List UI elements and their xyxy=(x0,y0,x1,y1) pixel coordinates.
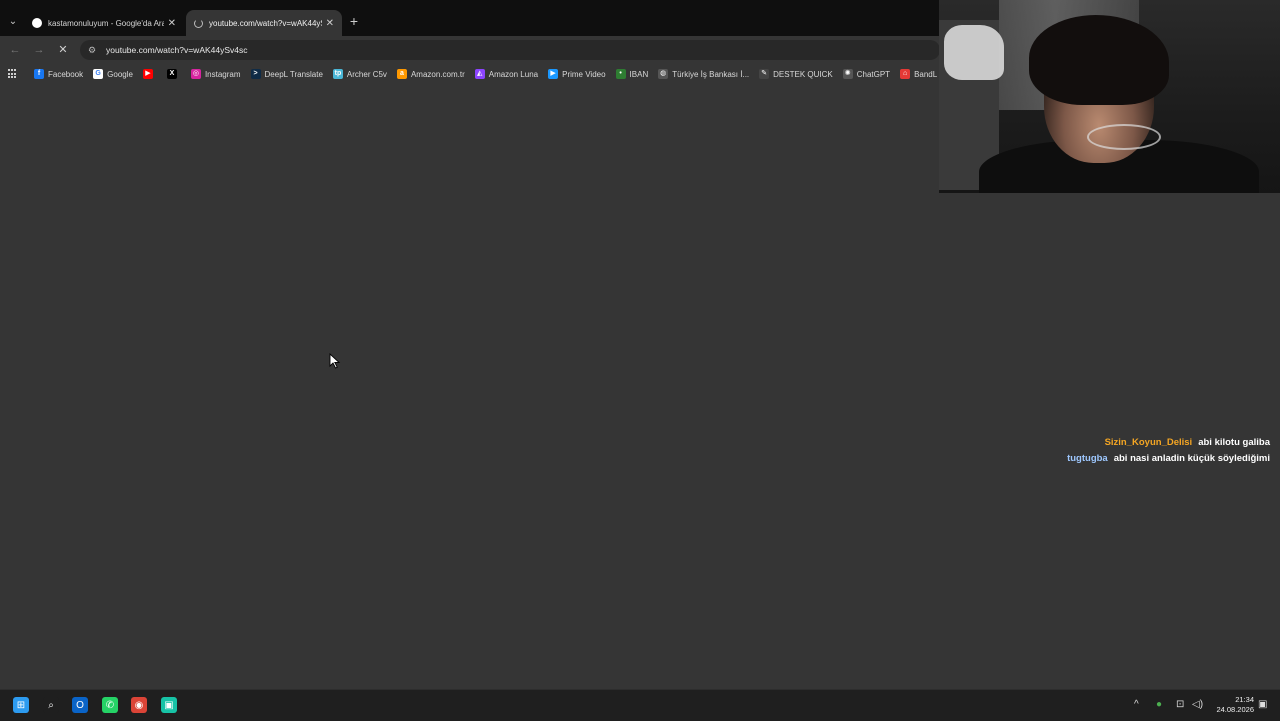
bookmark-destek-quick[interactable]: ✎ DESTEK QUICK xyxy=(759,69,833,79)
amazon-icon: a xyxy=(396,69,407,79)
tab-title: kastamonuluyum - Google'da Ara xyxy=(48,18,164,28)
chat-username: tugtugba xyxy=(1067,452,1108,464)
bookmark-label: ChatGPT xyxy=(856,69,891,79)
bookmark-label: DeepL Translate xyxy=(264,69,323,79)
facebook-icon: f xyxy=(34,69,44,79)
chrome-icon[interactable]: ◉ xyxy=(131,697,147,713)
tab-youtube[interactable]: youtube.com/watch?v=wAK44ySv4sc ✕ xyxy=(186,10,342,36)
webcam-person-glasses xyxy=(1087,124,1161,150)
clock[interactable]: 21:34 24.08.2026 xyxy=(1216,695,1254,715)
windows-start-icon[interactable]: ⊞ xyxy=(13,697,29,713)
webcam-background-cloth xyxy=(944,25,1004,80)
address-url: youtube.com/watch?v=wAK44ySv4sc xyxy=(106,45,248,55)
twitch-studio-icon[interactable]: ▣ xyxy=(161,697,177,713)
apps-grid-icon[interactable] xyxy=(8,69,16,79)
chat-message: Sizin_Koyun_Delisi abi kilotu galiba xyxy=(1067,434,1270,450)
bookmark-prime-video[interactable]: ▶ Prime Video xyxy=(548,69,606,79)
destek-icon: ✎ xyxy=(759,69,770,79)
chat-text: abi nasi anladin küçük söylediğimi xyxy=(1113,452,1270,464)
instagram-icon: ◎ xyxy=(190,69,201,79)
bookmark-deepl-translate[interactable]: > DeepL Translate xyxy=(250,69,323,79)
tab-title: youtube.com/watch?v=wAK44ySv4sc xyxy=(209,18,322,28)
bookmark-instagram[interactable]: ◎ Instagram xyxy=(190,69,241,79)
youtube-icon: ▶ xyxy=(142,69,153,79)
deepl-icon: > xyxy=(250,69,261,79)
bookmark-archer-c5v[interactable]: tp Archer C5v xyxy=(332,69,387,79)
bookmark-amazon-luna[interactable]: ◭ Amazon Luna xyxy=(474,69,539,79)
mouse-cursor-icon xyxy=(329,353,341,369)
bookmark-label: Amazon Luna xyxy=(488,69,539,79)
bookmark-label: BandL xyxy=(914,69,938,79)
tab-search-button[interactable]: ⌄ xyxy=(4,12,22,30)
chat-text: abi kilotu galiba xyxy=(1198,436,1270,448)
chat-message: tugtugba abi nasi anladin küçük söylediğ… xyxy=(1067,450,1270,466)
google-icon xyxy=(32,18,42,28)
close-tab-icon[interactable]: ✕ xyxy=(168,18,176,29)
bookmark-youtube[interactable]: ▶ xyxy=(142,69,157,79)
forward-button[interactable]: → xyxy=(31,42,47,58)
x-icon: X xyxy=(166,69,177,79)
webcam-person-hair xyxy=(1029,15,1169,105)
clock-date: 24.08.2026 xyxy=(1216,705,1254,714)
whatsapp-icon[interactable]: ✆ xyxy=(102,697,118,713)
primevideo-icon: ▶ xyxy=(548,69,559,79)
bookmark-chatgpt[interactable]: ✺ ChatGPT xyxy=(842,69,891,79)
luna-icon: ◭ xyxy=(474,69,485,79)
google-icon: G xyxy=(93,69,104,79)
bookmark-t-rkiye-i-bankas-i-[interactable]: ◍ Türkiye İş Bankası İ... xyxy=(658,69,749,79)
bookmark-label: IBAN xyxy=(629,69,649,79)
site-settings-icon[interactable]: ⚙ xyxy=(88,45,98,55)
volume-icon[interactable]: ◁) xyxy=(1192,699,1203,710)
bookmark-label: Instagram xyxy=(204,69,241,79)
stop-loading-button[interactable]: ✕ xyxy=(55,42,71,58)
network-icon[interactable]: ⊡ xyxy=(1176,699,1184,710)
bookmark-amazon-com-tr[interactable]: a Amazon.com.tr xyxy=(396,69,465,79)
bookmark-label: Amazon.com.tr xyxy=(410,69,465,79)
clock-time: 21:34 xyxy=(1235,695,1254,704)
bandlab-icon: ⌂ xyxy=(900,69,911,79)
close-tab-icon[interactable]: ✕ xyxy=(326,18,334,29)
bookmark-bandl[interactable]: ⌂ BandL xyxy=(900,69,937,79)
bookmark-label: Google xyxy=(107,69,133,79)
tab-google-search[interactable]: kastamonuluyum - Google'da Ara ✕ xyxy=(24,10,184,36)
bookmark-google[interactable]: G Google xyxy=(93,69,133,79)
microphone-icon[interactable]: ● xyxy=(1156,699,1162,710)
bookmark-facebook[interactable]: f Facebook xyxy=(34,69,83,79)
chat-username: Sizin_Koyun_Delisi xyxy=(1104,436,1193,448)
stream-chat-overlay: Sizin_Koyun_Delisi abi kilotu galiba tug… xyxy=(1067,434,1270,466)
bookmark-label: DESTEK QUICK xyxy=(773,69,833,79)
bookmark-x[interactable]: X xyxy=(166,69,181,79)
iban-icon: • xyxy=(615,69,626,79)
bookmark-label: Prime Video xyxy=(562,69,606,79)
chatgpt-icon: ✺ xyxy=(842,69,853,79)
outlook-icon[interactable]: O xyxy=(72,697,88,713)
bookmark-iban[interactable]: • IBAN xyxy=(615,69,649,79)
bookmark-label: Facebook xyxy=(48,69,84,79)
bookmarks-bar: f Facebook G Google ▶ X ◎ Instagram > DeepL Trans… xyxy=(0,64,940,84)
bookmark-label: Türkiye İş Bankası İ... xyxy=(672,69,750,79)
show-hidden-icons-button[interactable]: ^ xyxy=(1134,699,1139,710)
globe-icon: ◍ xyxy=(658,69,669,79)
webcam-overlay xyxy=(939,0,1280,193)
back-button[interactable]: ← xyxy=(7,42,23,58)
windows-taskbar: ⊞ ⌕ O ✆ ◉ ▣ ^ ● ⊡ ◁) 21:34 24.08.2026 ▣ xyxy=(0,689,1280,721)
address-bar[interactable]: ⚙ youtube.com/watch?v=wAK44ySv4sc xyxy=(80,40,940,60)
notification-icon[interactable]: ▣ xyxy=(1258,699,1267,710)
bookmark-label: Archer C5v xyxy=(346,69,387,79)
loading-spinner-icon xyxy=(194,18,203,28)
new-tab-button[interactable]: + xyxy=(346,13,362,29)
tplink-icon: tp xyxy=(332,69,343,79)
search-icon[interactable]: ⌕ xyxy=(43,697,59,713)
